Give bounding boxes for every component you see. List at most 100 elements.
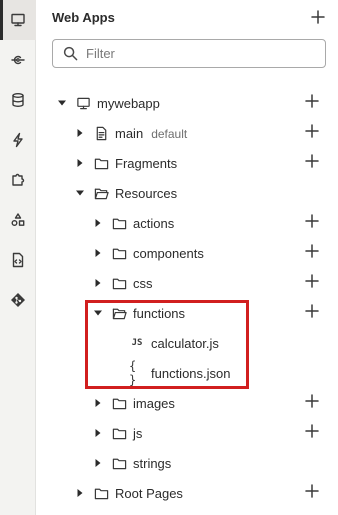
lightning-icon bbox=[13, 132, 23, 148]
tree-item-text: Resources bbox=[115, 186, 178, 201]
highlight-box bbox=[85, 300, 249, 389]
tree-item-mywebapp[interactable]: mywebapp bbox=[37, 88, 338, 118]
puzzle-icon bbox=[12, 173, 25, 186]
tree-item-text: strings bbox=[133, 456, 172, 471]
tree-item-js[interactable]: js bbox=[37, 418, 338, 448]
plus-icon bbox=[305, 304, 319, 318]
tree-item-strings[interactable]: strings bbox=[37, 448, 338, 478]
monitor-icon bbox=[75, 95, 91, 111]
folder-icon bbox=[111, 425, 127, 441]
add-item-button[interactable] bbox=[304, 243, 320, 259]
tree-item-text: main bbox=[115, 126, 144, 141]
plus-icon bbox=[305, 214, 319, 228]
plus-icon bbox=[305, 124, 319, 138]
tree-item-label: strings bbox=[133, 456, 171, 471]
folder-icon bbox=[111, 245, 127, 261]
tree-item-text: Root Pages bbox=[115, 486, 183, 501]
folder-open-icon bbox=[93, 185, 109, 201]
tree-item-label: Fragments bbox=[115, 156, 177, 171]
tree-item-label: js bbox=[133, 426, 142, 441]
tree-item-text: css bbox=[133, 276, 153, 291]
plus-icon bbox=[305, 244, 319, 258]
components-tab[interactable] bbox=[0, 160, 36, 200]
add-item-button[interactable] bbox=[304, 93, 320, 109]
add-item-button[interactable] bbox=[304, 423, 320, 439]
caret-right-icon[interactable] bbox=[93, 278, 103, 288]
caret-down-icon[interactable] bbox=[57, 98, 67, 108]
tree-item-text: actions bbox=[133, 216, 175, 231]
plus-icon bbox=[305, 484, 319, 498]
tree-item-label: components bbox=[133, 246, 204, 261]
caret-right-icon[interactable] bbox=[93, 458, 103, 468]
panel-title: Web Apps bbox=[52, 10, 115, 25]
source-tab[interactable] bbox=[0, 240, 36, 280]
folder-icon bbox=[93, 485, 109, 501]
folder-icon bbox=[111, 215, 127, 231]
plus-icon bbox=[311, 10, 325, 24]
tree-item-text: images bbox=[133, 396, 175, 411]
caret-right-icon[interactable] bbox=[75, 488, 85, 498]
add-web-app-button[interactable] bbox=[308, 7, 328, 27]
plus-icon bbox=[305, 424, 319, 438]
tree-item-label: Resources bbox=[115, 186, 177, 201]
tree-item-main[interactable]: main default bbox=[37, 118, 338, 148]
tree-item-text: js bbox=[133, 426, 143, 441]
tree-item-label: Root Pages bbox=[115, 486, 183, 501]
tree-item-resources[interactable]: Resources bbox=[37, 178, 338, 208]
caret-right-icon[interactable] bbox=[75, 128, 85, 138]
caret-right-icon[interactable] bbox=[93, 248, 103, 258]
caret-right-icon[interactable] bbox=[75, 158, 85, 168]
git-icon bbox=[11, 293, 25, 307]
processes-tab[interactable] bbox=[0, 120, 36, 160]
plus-icon bbox=[305, 274, 319, 288]
add-item-button[interactable] bbox=[304, 213, 320, 229]
page-icon bbox=[93, 125, 109, 141]
tree-item-images[interactable]: images bbox=[37, 388, 338, 418]
database-icon bbox=[12, 93, 24, 107]
tree-item-text: Fragments bbox=[115, 156, 178, 171]
tree-item-text: mywebapp bbox=[97, 96, 160, 111]
folder-icon bbox=[111, 275, 127, 291]
plus-icon bbox=[305, 154, 319, 168]
tree-item-root-pages[interactable]: Root Pages bbox=[37, 478, 338, 508]
add-item-button[interactable] bbox=[304, 273, 320, 289]
tree-item-css[interactable]: css bbox=[37, 268, 338, 298]
caret-right-icon[interactable] bbox=[93, 218, 103, 228]
git-tab[interactable] bbox=[0, 280, 36, 320]
tree-item-text: components bbox=[133, 246, 204, 261]
shapes-icon bbox=[11, 213, 25, 226]
add-item-button[interactable] bbox=[304, 303, 320, 319]
layouts-tab[interactable] bbox=[0, 200, 36, 240]
tree-item-label: mywebapp bbox=[97, 96, 160, 111]
tree-item-label: css bbox=[133, 276, 153, 291]
web-apps-tab[interactable] bbox=[0, 0, 36, 40]
caret-right-icon[interactable] bbox=[93, 428, 103, 438]
file-code-icon bbox=[12, 252, 24, 268]
folder-icon bbox=[111, 395, 127, 411]
filter-field[interactable] bbox=[52, 39, 326, 68]
plus-icon bbox=[305, 394, 319, 408]
caret-down-icon[interactable] bbox=[75, 188, 85, 198]
search-icon bbox=[63, 46, 78, 61]
tree-item-components[interactable]: components bbox=[37, 238, 338, 268]
tree-item-label: actions bbox=[133, 216, 174, 231]
tree-item-fragments[interactable]: Fragments bbox=[37, 148, 338, 178]
monitor-icon bbox=[11, 13, 25, 27]
activity-bar bbox=[0, 0, 36, 515]
add-item-button[interactable] bbox=[304, 153, 320, 169]
service-connection-icon bbox=[11, 55, 25, 65]
filter-input[interactable] bbox=[86, 46, 306, 61]
tree-item-sublabel: default bbox=[151, 127, 188, 141]
folder-icon bbox=[111, 455, 127, 471]
add-item-button[interactable] bbox=[304, 483, 320, 499]
services-tab[interactable] bbox=[0, 40, 36, 80]
plus-icon bbox=[305, 94, 319, 108]
caret-right-icon[interactable] bbox=[93, 398, 103, 408]
business-objects-tab[interactable] bbox=[0, 80, 36, 120]
tree-item-label: main default bbox=[115, 126, 187, 141]
web-apps-panel: Web Apps mywebapp main default Fragments Res… bbox=[37, 0, 338, 515]
tree-item-actions[interactable]: actions bbox=[37, 208, 338, 238]
add-item-button[interactable] bbox=[304, 123, 320, 139]
tree-item-label: images bbox=[133, 396, 175, 411]
add-item-button[interactable] bbox=[304, 393, 320, 409]
